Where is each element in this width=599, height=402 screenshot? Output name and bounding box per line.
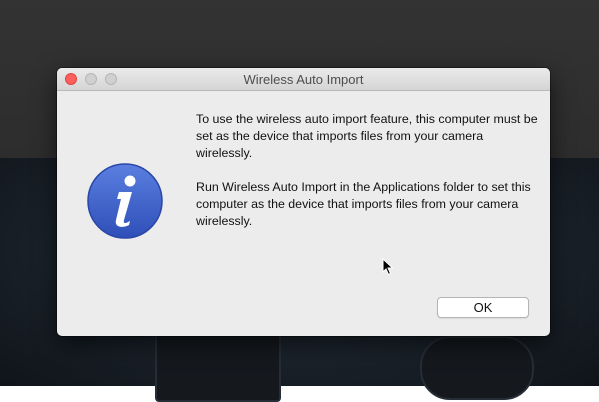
- info-icon: [87, 163, 163, 239]
- message-paragraph-1: To use the wireless auto import feature,…: [196, 112, 538, 160]
- background-camera-right: [420, 336, 534, 400]
- background-camera-left: [155, 328, 281, 402]
- alert-message: To use the wireless auto import feature,…: [196, 111, 541, 247]
- alert-dialog: Wireless Auto Import To use the wireless…: [57, 68, 550, 336]
- dialog-title: Wireless Auto Import: [243, 72, 364, 87]
- mouse-cursor-icon: [382, 258, 394, 276]
- message-paragraph-2: Run Wireless Auto Import in the Applicat…: [196, 180, 531, 228]
- title-bar: Wireless Auto Import: [57, 68, 550, 91]
- ok-button[interactable]: OK: [437, 297, 529, 318]
